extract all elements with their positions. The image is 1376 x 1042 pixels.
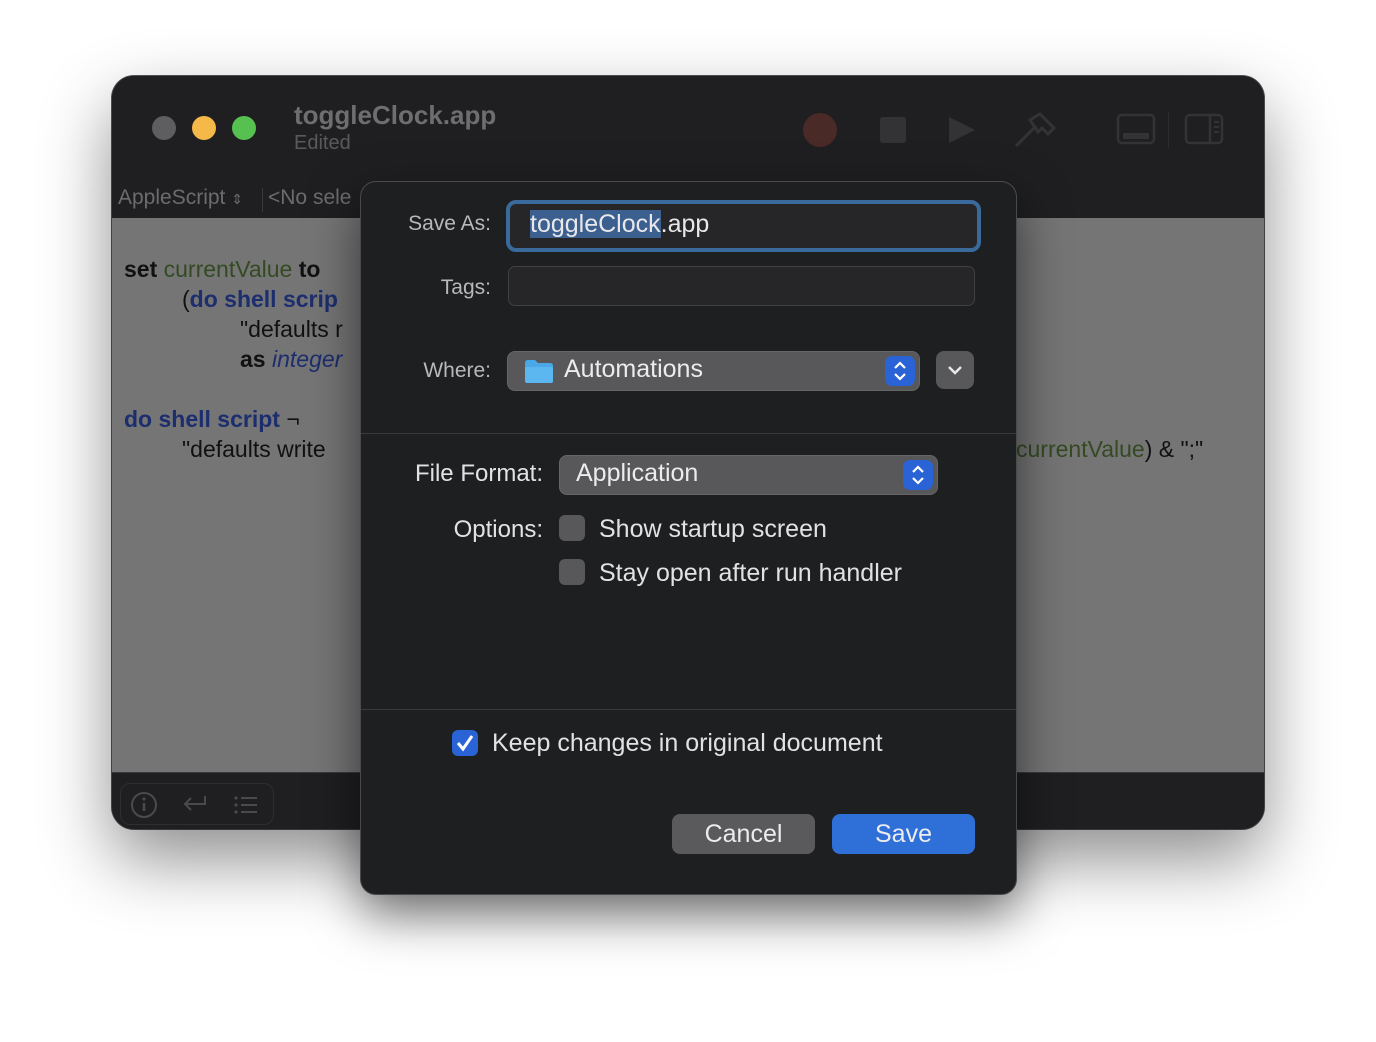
command: do shell scrip: [189, 286, 338, 312]
save-as-selected-text: toggleClock: [530, 210, 661, 238]
window-subtitle: Edited: [294, 132, 351, 154]
compile-hammer-icon[interactable]: [1012, 112, 1058, 152]
variable: currentValue: [163, 256, 293, 282]
window-title: toggleClock.app: [294, 100, 497, 130]
code-line-6: "defaults write: [182, 436, 326, 462]
return-icon[interactable]: [179, 790, 209, 820]
record-icon[interactable]: [802, 112, 838, 148]
language-label: AppleScript: [118, 186, 226, 209]
file-format-stepper: [903, 460, 933, 490]
code-line-1: set currentValue to: [124, 254, 320, 284]
bottom-segmented-control: [120, 783, 274, 825]
updown-chevron-icon: [912, 465, 924, 485]
variable: currentValue: [1016, 436, 1145, 462]
code-line-3: "defaults r: [240, 316, 343, 342]
checkmark-icon: [456, 735, 474, 752]
code-line-6-tail: currentValue) & ";": [1016, 434, 1203, 464]
continuation-char: ¬: [286, 406, 300, 432]
code-line-5: do shell script ¬: [124, 404, 300, 434]
section-divider: [361, 709, 1016, 710]
paren: (: [182, 286, 190, 312]
expand-dialog-button[interactable]: [936, 351, 974, 389]
where-stepper: [885, 356, 915, 386]
show-sidebar-icon[interactable]: [1184, 112, 1224, 146]
code-line-2: (do shell scrip: [182, 284, 338, 314]
save-button[interactable]: Save: [832, 814, 975, 854]
where-popup[interactable]: Automations: [507, 351, 920, 391]
maximize-button[interactable]: [232, 116, 256, 140]
updown-chevron-icon: [894, 361, 906, 381]
show-startup-screen-label: Show startup screen: [599, 515, 827, 543]
keyword: set: [124, 256, 158, 282]
close-button[interactable]: [152, 116, 176, 140]
navbar-divider: [262, 188, 263, 212]
minimize-button[interactable]: [192, 116, 216, 140]
stay-open-label: Stay open after run handler: [599, 559, 902, 587]
save-as-extension: .app: [660, 210, 710, 238]
language-selector[interactable]: AppleScript ⇕: [118, 186, 243, 210]
code-text: ) & ";": [1144, 436, 1204, 462]
save-as-label: Save As:: [408, 212, 491, 235]
file-format-label: File Format:: [414, 460, 543, 487]
keyword: to: [298, 256, 321, 282]
stay-open-checkbox[interactable]: [559, 559, 585, 585]
run-icon[interactable]: [946, 112, 978, 148]
toolbar-divider: [1168, 112, 1169, 148]
save-dialog: Save As: toggleClock.app Tags: Where: Au…: [360, 181, 1017, 895]
updown-chevron-icon: ⇕: [231, 191, 243, 207]
chevron-down-icon: [948, 366, 962, 375]
list-icon[interactable]: [231, 790, 261, 820]
folder-icon: [525, 360, 553, 383]
keep-changes-label: Keep changes in original document: [492, 729, 883, 757]
handler-selector[interactable]: <No sele: [268, 186, 351, 210]
tags-input[interactable]: [508, 266, 975, 306]
cancel-button[interactable]: Cancel: [672, 814, 815, 854]
code-line-4: as integer: [240, 344, 342, 374]
options-label: Options:: [453, 516, 543, 543]
keyword: as: [240, 346, 266, 372]
save-as-input[interactable]: toggleClock.app: [506, 200, 981, 252]
info-icon[interactable]: [129, 790, 159, 820]
file-format-value: Application: [576, 459, 699, 487]
keep-changes-checkbox[interactable]: [452, 730, 478, 756]
show-startup-screen-checkbox[interactable]: [559, 515, 585, 541]
section-divider: [361, 433, 1016, 434]
class-name: integer: [271, 346, 343, 372]
title-bar: toggleClock.app Edited: [112, 76, 1264, 180]
file-format-popup[interactable]: Application: [559, 455, 938, 495]
where-value: Automations: [564, 355, 703, 383]
tags-label: Tags:: [440, 276, 491, 299]
where-label: Where:: [423, 359, 491, 382]
show-log-icon[interactable]: [1116, 112, 1156, 146]
command: do shell script: [124, 406, 280, 432]
stop-icon[interactable]: [878, 112, 908, 148]
